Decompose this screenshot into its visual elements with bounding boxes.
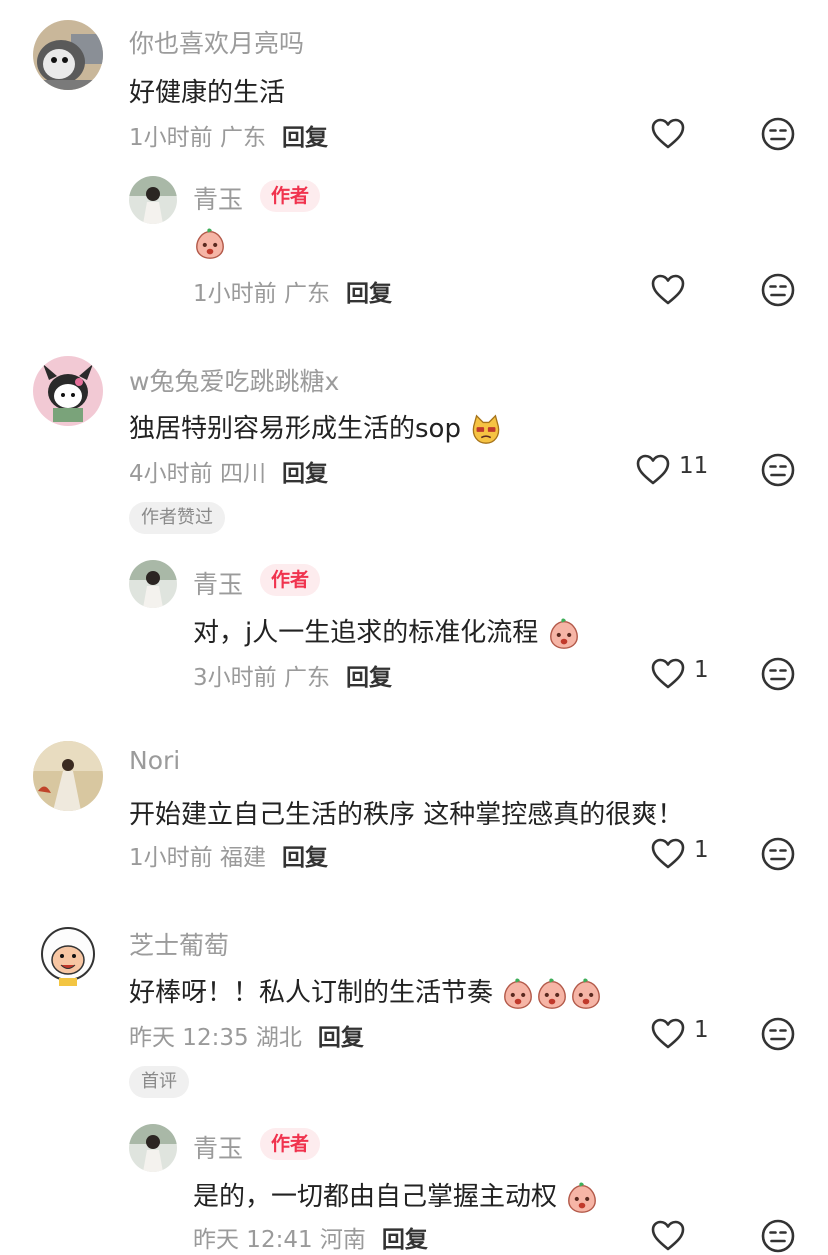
comment-meta: 1小时前 福建 回复 [129,838,328,872]
reply-username[interactable]: 青玉 [193,1129,243,1165]
comment-username[interactable]: w兔兔爱吃跳跳糖x [129,362,339,398]
reply-button[interactable]: 回复 [346,665,392,691]
peach-emoji-icon [501,977,535,1011]
comment-username[interactable]: Nori [129,746,180,775]
reply-time-location: 1小时前 广东 [193,281,330,307]
comment-text: 好健康的生活 [129,78,286,108]
meh-face-icon[interactable] [760,1016,796,1052]
comment-time-location: 昨天 12:35 湖北 [129,1025,302,1051]
avatar[interactable] [33,920,103,990]
comment-text: 开始建立自己生活的秩序 这种掌控感真的很爽！ [129,800,684,830]
reply-button[interactable]: 回复 [382,1227,428,1253]
avatar[interactable] [129,1124,177,1172]
avatar[interactable] [129,560,177,608]
reply-username[interactable]: 青玉 [193,180,243,216]
reply-username[interactable]: 青玉 [193,565,243,601]
comment-text: 好棒呀！！私人订制的生活节奏 [129,972,603,1011]
comment-meta: 1小时前 广东 回复 [129,118,328,152]
like-count: 1 [694,837,709,863]
comment-username[interactable]: 芝士葡萄 [129,926,229,962]
peach-emoji-icon [535,977,569,1011]
author-badge: 作者 [260,180,321,212]
first-comment-tag: 首评 [129,1066,189,1098]
reply-button[interactable]: 回复 [282,125,328,151]
heart-outline-icon[interactable] [650,272,686,308]
meh-face-icon[interactable] [760,272,796,308]
reply-button[interactable]: 回复 [346,281,392,307]
meh-face-icon[interactable] [760,452,796,488]
comment-time-location: 1小时前 广东 [129,125,266,151]
reply-meta: 1小时前 广东 回复 [193,274,392,308]
meh-face-icon[interactable] [760,836,796,872]
comment-meta: 昨天 12:35 湖北 回复 [129,1018,364,1052]
avatar[interactable] [129,176,177,224]
like-count: 1 [694,1017,709,1043]
reply-time-location: 3小时前 广东 [193,665,330,691]
meh-face-icon[interactable] [760,1218,796,1254]
heart-outline-icon[interactable] [635,452,671,488]
heart-outline-icon[interactable] [650,1016,686,1052]
reply-button[interactable]: 回复 [282,845,328,871]
reply-text: 对，j人一生追求的标准化流程 [193,612,581,651]
reply-text-body: 是的，一切都由自己掌握主动权 [193,1182,558,1212]
reply-meta: 昨天 12:41 河南 回复 [193,1220,428,1254]
peach-emoji-icon [565,1181,599,1215]
meh-face-icon[interactable] [760,656,796,692]
reply-text-body: 对，j人一生追求的标准化流程 [193,618,539,648]
meh-face-icon[interactable] [760,116,796,152]
reply-meta: 3小时前 广东 回复 [193,658,392,692]
avatar[interactable] [33,20,103,90]
peach-emoji-icon [569,977,603,1011]
author-badge: 作者 [260,564,321,596]
comment-text-body: 好棒呀！！私人订制的生活节奏 [129,978,494,1008]
comment-meta: 4小时前 四川 回复 [129,454,328,488]
cat-emoji-icon [472,414,500,444]
reply-button[interactable]: 回复 [318,1025,364,1051]
reply-text: 是的，一切都由自己掌握主动权 [193,1176,599,1215]
like-count: 11 [679,453,709,479]
author-liked-tag: 作者赞过 [129,502,225,534]
comment-text: 独居特别容易形成生活的sop [129,408,503,447]
comment-username[interactable]: 你也喜欢月亮吗 [129,24,304,60]
comment-time-location: 4小时前 四川 [129,461,266,487]
heart-outline-icon[interactable] [650,1218,686,1254]
author-badge: 作者 [260,1128,321,1160]
peach-emoji-icon [193,227,227,261]
heart-outline-icon[interactable] [650,656,686,692]
peach-emoji-icon [547,617,581,651]
avatar[interactable] [33,356,103,426]
reply-time-location: 昨天 12:41 河南 [193,1227,366,1253]
comment-text-body: 独居特别容易形成生活的sop [129,414,461,444]
like-count: 1 [694,657,709,683]
reply-button[interactable]: 回复 [282,461,328,487]
heart-outline-icon[interactable] [650,116,686,152]
heart-outline-icon[interactable] [650,836,686,872]
comment-time-location: 1小时前 福建 [129,845,266,871]
avatar[interactable] [33,741,103,811]
